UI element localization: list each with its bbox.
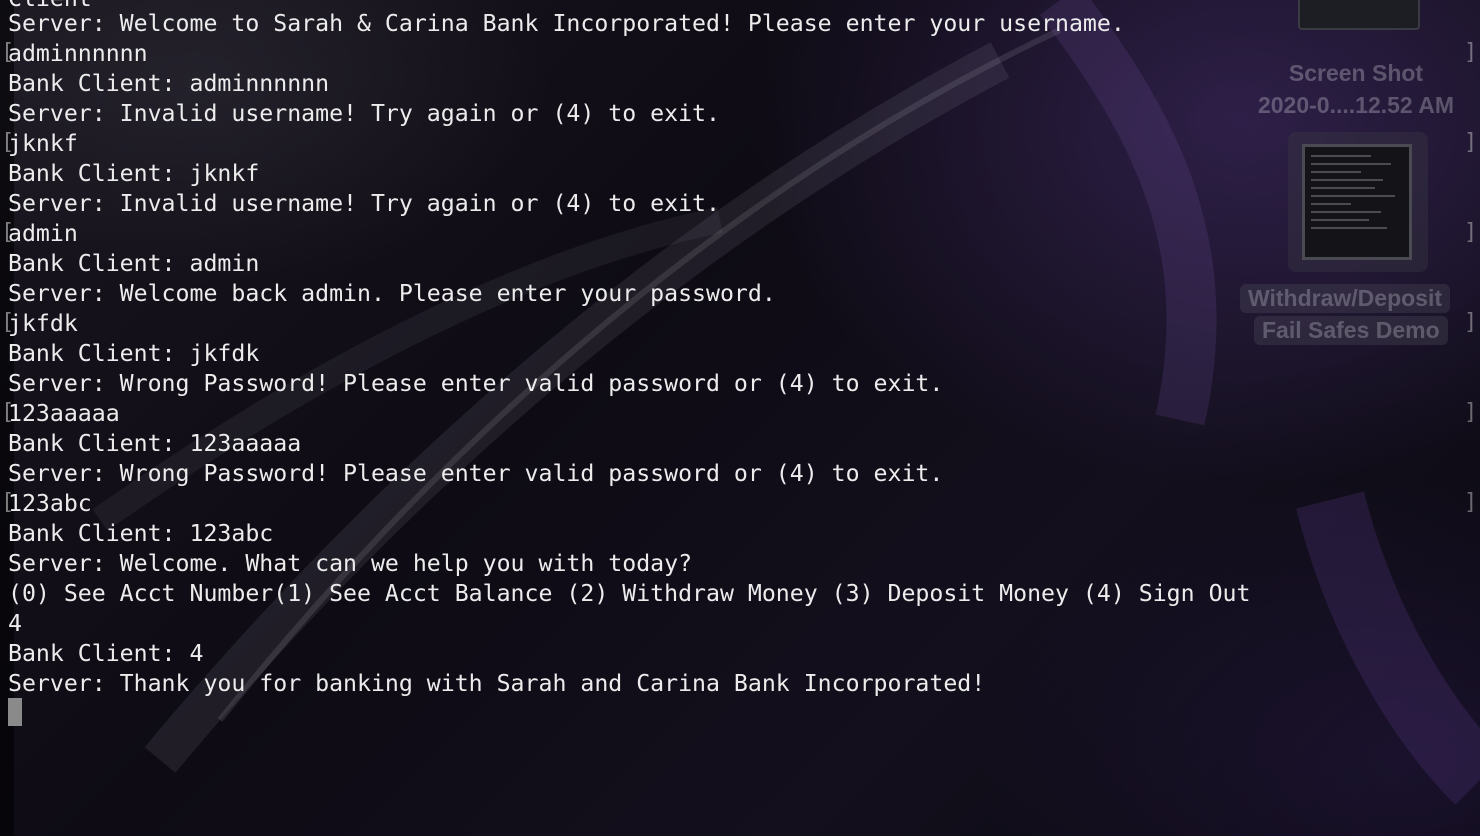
terminal-line: Server: Thank you for banking with Sarah… <box>8 670 986 697</box>
terminal-line: Server: Wrong Password! Please enter val… <box>8 370 944 397</box>
terminal-input-line: admin <box>8 220 78 247</box>
terminal-line: Bank Client: admin <box>8 250 260 277</box>
terminal-input-line: adminnnnnn <box>8 40 148 67</box>
terminal-menu-line: (0) See Acct Number(1) See Acct Balance … <box>8 580 1251 607</box>
terminal-input-line: 4 <box>8 610 22 637</box>
terminal-line: Bank Client: 4 <box>8 640 204 667</box>
terminal-line: Bank Client: adminnnnnn <box>8 70 330 97</box>
input-bracket-close: ] <box>1464 400 1478 425</box>
terminal-line: Bank Client: 123abc <box>8 520 274 547</box>
input-bracket-close: ] <box>1464 220 1478 245</box>
terminal-input-line: jknkf <box>8 130 78 157</box>
terminal-line: Bank Client: jknkf <box>8 160 260 187</box>
terminal-window[interactable]: Client Server: Welcome to Sarah & Carina… <box>0 0 1480 836</box>
terminal-line: Server: Welcome to Sarah & Carina Bank I… <box>8 10 1125 37</box>
input-bracket-close: ] <box>1464 130 1478 155</box>
terminal-input-line: jkfdk <box>8 310 78 337</box>
terminal-line: Server: Wrong Password! Please enter val… <box>8 460 944 487</box>
terminal-line: Server: Welcome. What can we help you wi… <box>8 550 693 577</box>
input-bracket-close: ] <box>1464 310 1478 335</box>
terminal-cursor[interactable] <box>8 698 22 726</box>
terminal-line: Bank Client: 123aaaaa <box>8 430 302 457</box>
terminal-line: Bank Client: jkfdk <box>8 340 260 367</box>
terminal-line: Server: Welcome back admin. Please enter… <box>8 280 776 307</box>
terminal-input-line: 123abc <box>8 490 92 517</box>
input-bracket-close: ] <box>1464 490 1478 515</box>
input-bracket-close: ] <box>1464 40 1478 65</box>
terminal-line: Server: Invalid username! Try again or (… <box>8 100 720 127</box>
terminal-input-line: 123aaaaa <box>8 400 120 427</box>
terminal-line: Server: Invalid username! Try again or (… <box>8 190 720 217</box>
